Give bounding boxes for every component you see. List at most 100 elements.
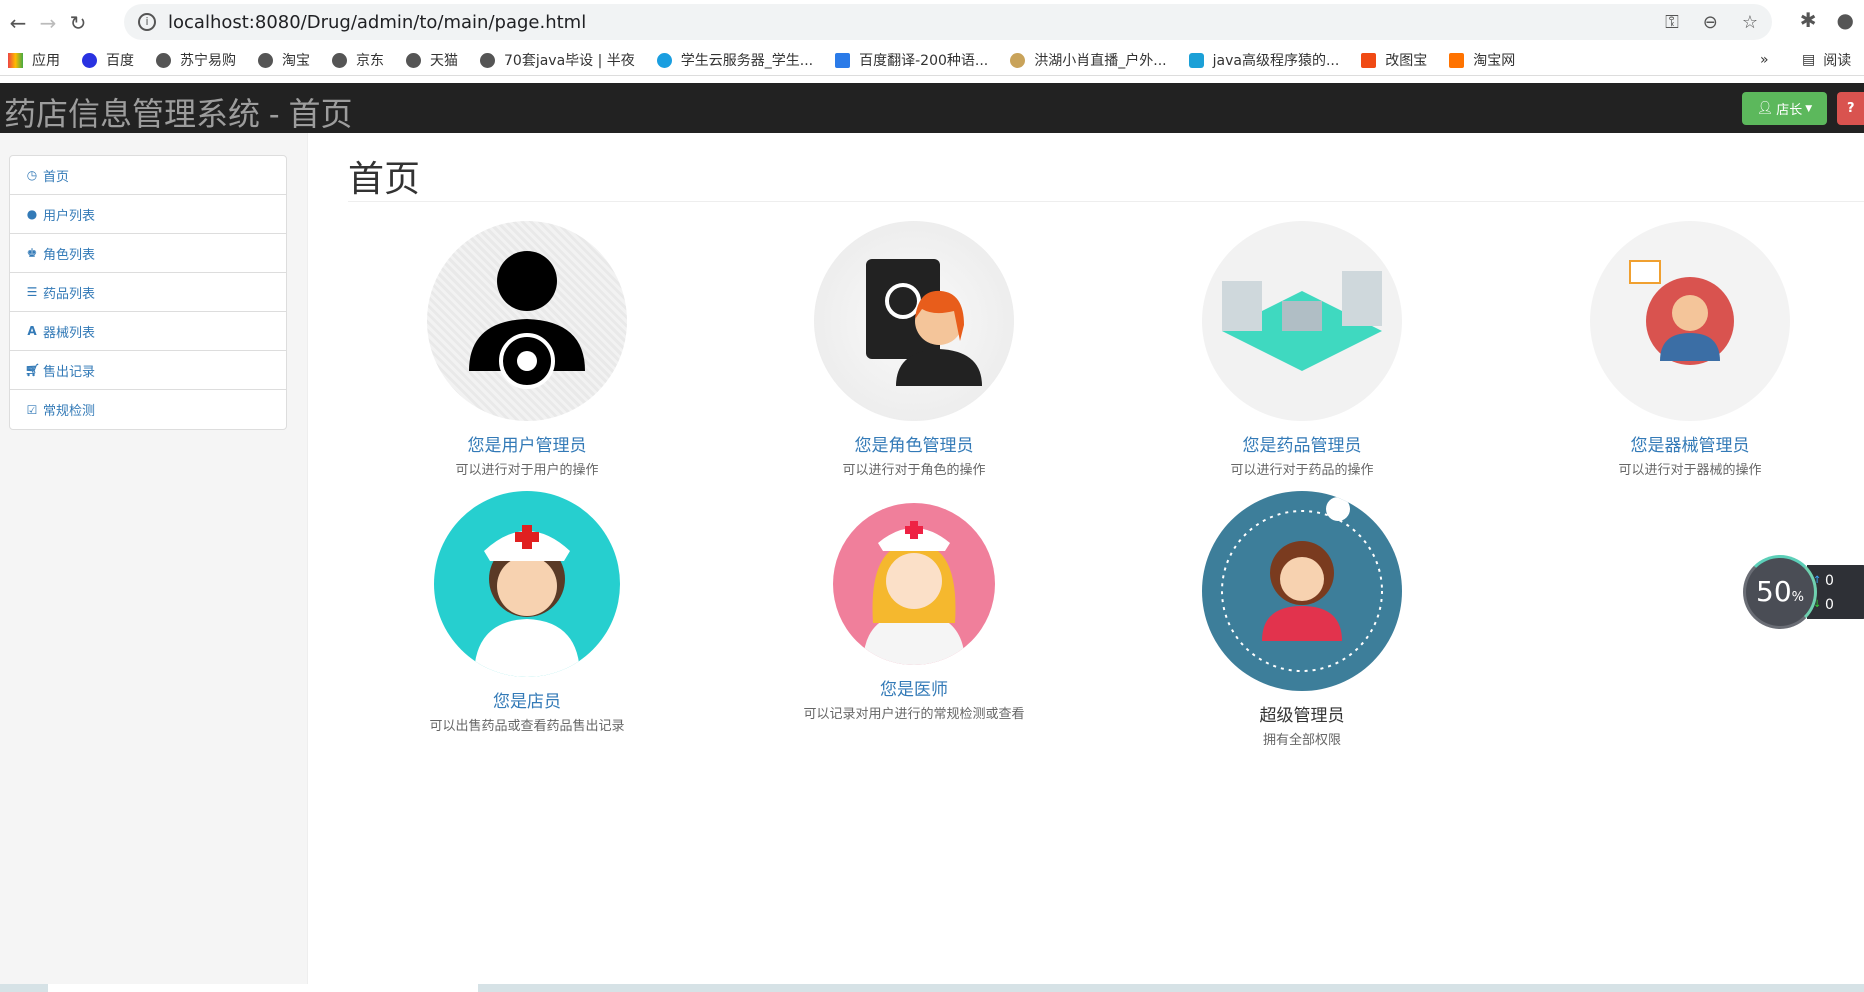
card-title[interactable]: 您是角色管理员: [724, 431, 1104, 456]
user-menu-button[interactable]: 👤︎ 店长 ▼: [1742, 92, 1827, 125]
profile-icon[interactable]: ●: [1837, 8, 1854, 32]
bookmark-label: 学生云服务器_学生...: [680, 53, 814, 69]
card-role-admin[interactable]: 您是角色管理员 可以进行对于角色的操作: [724, 221, 1104, 478]
card-desc: 可以记录对用户进行的常规检测或查看: [803, 707, 1025, 722]
more-bookmarks[interactable]: »: [1760, 52, 1769, 68]
bookmark[interactable]: 应用: [8, 50, 60, 70]
card-user-admin[interactable]: 您是用户管理员 可以进行对于用户的操作: [337, 221, 717, 478]
user-icon: 👤︎: [1756, 101, 1774, 116]
sidebar: ◷ 首页 ● 用户列表 ♚ 角色列表 ☰ 药品列表 A 器械列表 🛒︎ 售出记录 ☑ 常规检测: [0, 133, 308, 985]
cart-icon: 🛒︎: [25, 363, 41, 377]
globe-icon: [258, 52, 273, 68]
bookmark-label: 天猫: [430, 53, 458, 69]
usage-unit: %: [1791, 590, 1804, 605]
clerk-image: [434, 491, 620, 677]
sidebar-item-checkup[interactable]: ☑ 常规检测: [10, 390, 286, 429]
sidebar-item-roles[interactable]: ♚ 角色列表: [10, 234, 286, 273]
sidebar-item-label: 药品列表: [43, 286, 96, 302]
bookmark[interactable]: 洪湖小肖直播_户外...: [1010, 50, 1167, 70]
card-physician[interactable]: 您是医师 可以记录对用户进行的常规检测或查看: [724, 491, 1104, 722]
bookmark-label: 淘宝: [282, 53, 310, 69]
help-button[interactable]: ?: [1837, 92, 1864, 125]
card-clerk[interactable]: 您是店员 可以出售药品或查看药品售出记录: [337, 491, 717, 734]
question-circle-icon: ?: [1847, 101, 1855, 116]
bookmark[interactable]: 天猫: [406, 50, 458, 70]
sidebar-item-equipment[interactable]: A 器械列表: [10, 312, 286, 351]
card-drug-admin[interactable]: 您是药品管理员 可以进行对于药品的操作: [1112, 221, 1492, 478]
extensions-icon[interactable]: ✱: [1800, 8, 1817, 32]
app-title: 药店信息管理系统 - 首页: [4, 96, 353, 132]
card-title[interactable]: 您是店员: [337, 687, 717, 712]
sidebar-item-home[interactable]: ◷ 首页: [10, 156, 286, 195]
caret-down-icon: ▼: [1805, 103, 1813, 114]
bookmark[interactable]: 淘宝网: [1449, 50, 1515, 70]
card-desc: 可以进行对于用户的操作: [455, 463, 599, 478]
translate-icon: [835, 52, 851, 68]
dashboard-icon: ◷: [26, 168, 38, 182]
reading-list[interactable]: ▤ 阅读: [1802, 50, 1851, 70]
globe-icon: [406, 52, 421, 68]
horizontal-scrollbar[interactable]: [0, 984, 1864, 992]
apps-icon: [8, 52, 23, 68]
king-icon: ♚: [26, 246, 38, 260]
sidebar-menu: ◷ 首页 ● 用户列表 ♚ 角色列表 ☰ 药品列表 A 器械列表 🛒︎ 售出记录 ☑ 常规检测: [9, 155, 287, 430]
baidu-icon: [82, 52, 97, 68]
card-title[interactable]: 超级管理员: [1112, 701, 1492, 726]
list-icon: ☰: [26, 285, 38, 299]
sidebar-item-label: 角色列表: [43, 247, 96, 263]
bookmark[interactable]: 百度: [82, 50, 134, 70]
upload-speed: 0: [1825, 573, 1834, 589]
taobao-icon: [1449, 52, 1465, 68]
sidebar-item-users[interactable]: ● 用户列表: [10, 195, 286, 234]
bookmark-label: 百度: [106, 53, 134, 69]
bilibili-icon: [1188, 52, 1204, 68]
bookmark-label: 苏宁易购: [180, 53, 236, 69]
scrollbar-thumb[interactable]: [48, 984, 478, 992]
road-icon: A: [27, 324, 37, 338]
card-super-admin[interactable]: 超级管理员 拥有全部权限: [1112, 491, 1492, 748]
card-equipment-admin[interactable]: 您是器械管理员 可以进行对于器械的操作: [1500, 221, 1864, 478]
bookmark[interactable]: 70套java毕设 | 半夜: [480, 50, 635, 70]
card-title[interactable]: 您是器械管理员: [1500, 431, 1864, 456]
forward-icon[interactable]: →: [36, 11, 60, 35]
url-text[interactable]: localhost:8080/Drug/admin/to/main/page.h…: [168, 12, 586, 33]
reload-icon[interactable]: ↻: [66, 11, 90, 35]
bookmark[interactable]: 百度翻译-200种语...: [835, 50, 988, 70]
bookmark[interactable]: java高级程序猿的...: [1188, 50, 1339, 70]
card-desc: 可以进行对于角色的操作: [842, 463, 986, 478]
browser-toolbar: ← → ↻ i localhost:8080/Drug/admin/to/mai…: [0, 0, 1864, 45]
bookmark-label: 淘宝网: [1473, 53, 1516, 69]
network-speed-widget[interactable]: ↑ 0 ↓ 0 50%: [1743, 555, 1864, 629]
card-desc: 可以出售药品或查看药品售出记录: [429, 719, 625, 734]
bookmark[interactable]: 京东: [332, 50, 384, 70]
bookmark-label: 改图宝: [1385, 53, 1428, 69]
bookmark[interactable]: 苏宁易购: [156, 50, 236, 70]
address-bar[interactable]: i localhost:8080/Drug/admin/to/main/page…: [124, 4, 1772, 40]
bookmark[interactable]: 淘宝: [258, 50, 310, 70]
bookmark[interactable]: 改图宝: [1361, 50, 1427, 70]
user-icon: ●: [26, 207, 38, 221]
bookmark[interactable]: 学生云服务器_学生...: [656, 50, 814, 70]
cloud-icon: [656, 52, 672, 68]
info-icon[interactable]: i: [138, 13, 156, 31]
zoom-icon[interactable]: ⊖: [1703, 12, 1718, 33]
sidebar-item-sales[interactable]: 🛒︎ 售出记录: [10, 351, 286, 390]
sidebar-item-label: 首页: [43, 169, 70, 185]
key-icon[interactable]: ⚿: [1665, 12, 1679, 33]
bookmark-label: 应用: [32, 53, 60, 69]
globe-icon: [332, 52, 347, 68]
back-icon[interactable]: ←: [6, 11, 30, 35]
reading-list-label: 阅读: [1823, 53, 1852, 69]
gaitubao-icon: [1361, 52, 1377, 68]
usage-percent: 50: [1756, 575, 1792, 608]
edit-icon: ☑: [26, 402, 38, 417]
app-header: 药店信息管理系统 - 首页 👤︎ 店长 ▼ ?: [0, 83, 1864, 133]
card-title[interactable]: 您是医师: [724, 675, 1104, 700]
physician-image: [833, 503, 995, 665]
card-title[interactable]: 您是药品管理员: [1112, 431, 1492, 456]
user-admin-image: [427, 221, 627, 421]
star-icon[interactable]: ☆: [1742, 12, 1758, 33]
card-title[interactable]: 您是用户管理员: [337, 431, 717, 456]
sidebar-item-label: 售出记录: [43, 364, 96, 380]
sidebar-item-drugs[interactable]: ☰ 药品列表: [10, 273, 286, 312]
